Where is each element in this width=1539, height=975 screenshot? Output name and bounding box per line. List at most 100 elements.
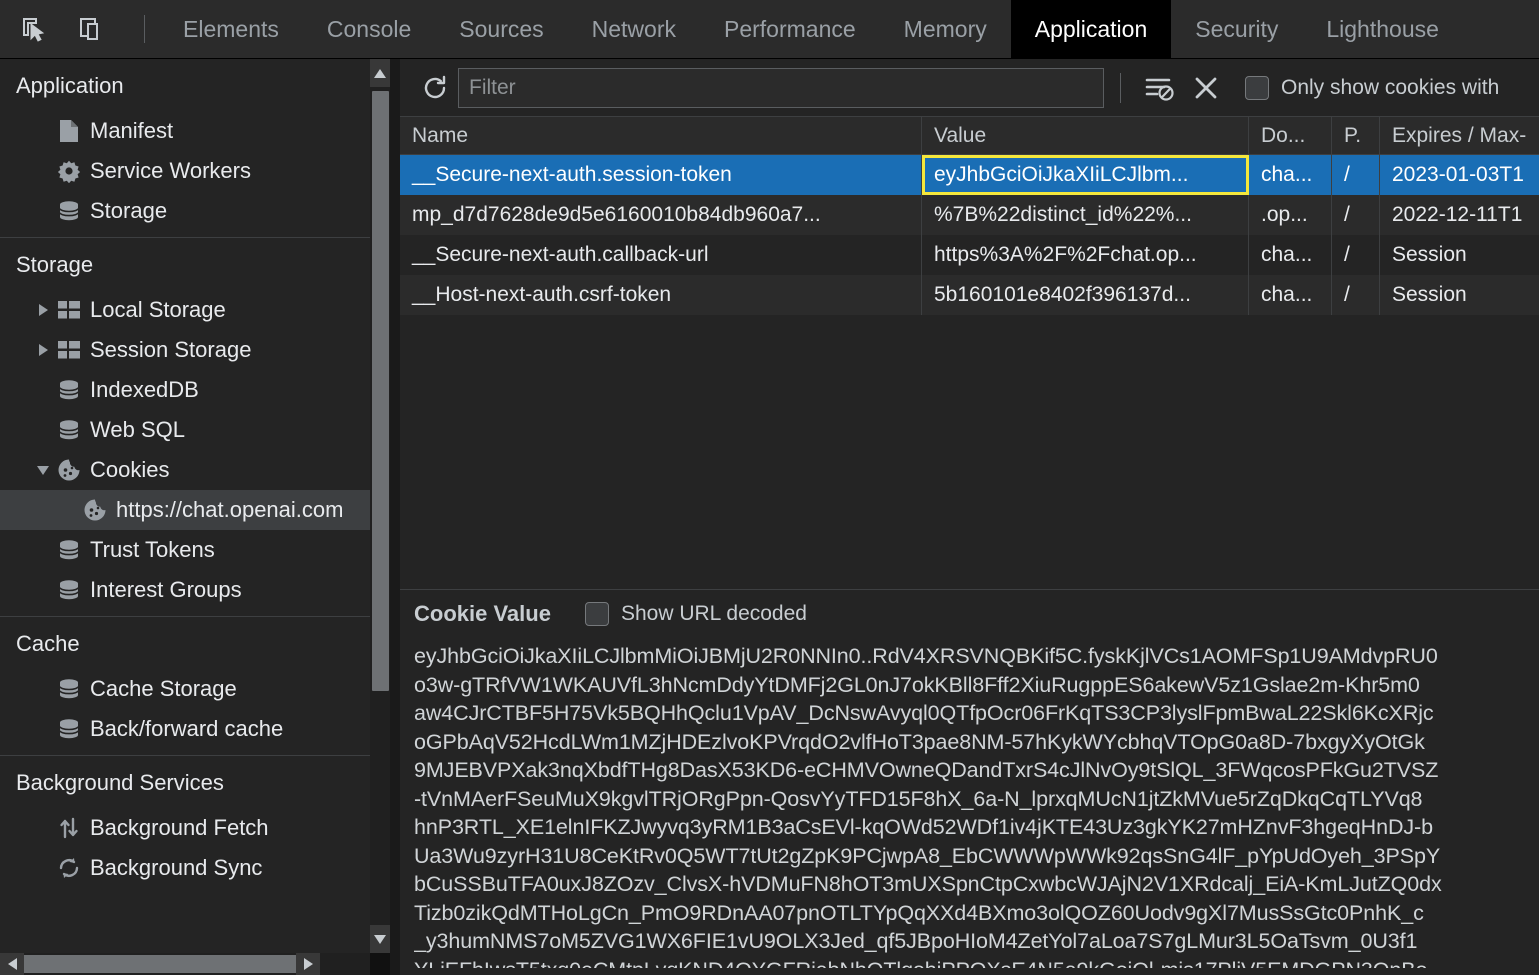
sidebar-item-session-storage[interactable]: Session Storage bbox=[0, 330, 370, 370]
tabbar-tools bbox=[0, 9, 159, 49]
cell-name[interactable]: __Secure-next-auth.callback-url bbox=[400, 235, 922, 275]
device-toggle-icon[interactable] bbox=[72, 9, 112, 49]
database-icon bbox=[54, 578, 84, 602]
table-row[interactable]: __Secure-next-auth.callback-url https%3A%… bbox=[400, 235, 1539, 275]
cookie-value-line: 9MJEBVPXak3nqXbdfTHg8DasX53KD6-eCHMVOwne… bbox=[414, 758, 1439, 782]
cell-expires[interactable]: 2022-12-11T1 bbox=[1380, 195, 1539, 235]
scroll-right-arrow-icon[interactable] bbox=[296, 953, 320, 975]
cell-expires[interactable]: 2023-01-03T1 bbox=[1380, 155, 1539, 195]
cell-path[interactable]: / bbox=[1332, 195, 1380, 235]
sidebar-item-background-sync[interactable]: Background Sync bbox=[0, 848, 370, 888]
sidebar-item-indexeddb[interactable]: IndexedDB bbox=[0, 370, 370, 410]
sidebar-item-trust-tokens[interactable]: Trust Tokens bbox=[0, 530, 370, 570]
cell-expires[interactable]: Session bbox=[1380, 235, 1539, 275]
cell-value[interactable]: %7B%22distinct_id%22%... bbox=[922, 195, 1249, 235]
sidebar-item-label: IndexedDB bbox=[90, 377, 199, 402]
show-url-decoded-row[interactable]: Show URL decoded bbox=[584, 602, 807, 626]
sidebar-item-label: Background Fetch bbox=[90, 815, 269, 840]
table-icon bbox=[54, 300, 84, 320]
sidebar-item-web-sql[interactable]: Web SQL bbox=[0, 410, 370, 450]
refresh-icon[interactable] bbox=[412, 65, 458, 111]
cookie-value-line: Tizb0zikQdMTHoLgCn_PmO9RDnAA07pnOTLTYpQq… bbox=[414, 900, 1424, 925]
tab-label: Memory bbox=[903, 15, 987, 42]
tab-memory[interactable]: Memory bbox=[880, 0, 1011, 59]
inspect-cursor-icon[interactable] bbox=[14, 9, 54, 49]
chevron-right-icon[interactable] bbox=[32, 344, 54, 356]
cookie-value-line: eyJhbGciOiJkaXIiLCJlbmMiOiJBMjU2R0NNIn0.… bbox=[414, 644, 1438, 668]
cell-domain[interactable]: cha... bbox=[1249, 275, 1332, 315]
scrollbar-thumb[interactable] bbox=[372, 91, 389, 691]
tab-elements[interactable]: Elements bbox=[159, 0, 303, 59]
only-show-cookies-label: Only show cookies with bbox=[1281, 75, 1500, 99]
tab-network[interactable]: Network bbox=[568, 0, 700, 59]
scroll-up-arrow-icon[interactable] bbox=[370, 59, 390, 87]
cell-domain[interactable]: cha... bbox=[1249, 155, 1332, 195]
cookie-value-line: YLjEFhIwsT5txq0eCMtpLvqKND4QYGFRjabNhQTl… bbox=[414, 956, 1539, 969]
close-x-icon[interactable] bbox=[1183, 65, 1229, 111]
cell-name[interactable]: __Host-next-auth.csrf-token bbox=[400, 275, 922, 315]
tab-performance[interactable]: Performance bbox=[700, 0, 880, 59]
chevron-right-icon[interactable] bbox=[32, 304, 54, 316]
cookie-value-line: oGPbAqV52HcdLWm1MZjHDEzlvoKPVrqdO2vlfHoT… bbox=[414, 729, 1425, 754]
chevron-down-icon[interactable] bbox=[32, 465, 54, 475]
sidebar-horizontal-scrollbar[interactable] bbox=[0, 953, 390, 975]
table-row[interactable]: __Host-next-auth.csrf-token 5b160101e8402… bbox=[400, 275, 1539, 315]
clear-filtered-icon[interactable] bbox=[1137, 65, 1183, 111]
sidebar-item-local-storage[interactable]: Local Storage bbox=[0, 290, 370, 330]
tab-console[interactable]: Console bbox=[303, 0, 435, 59]
cell-path[interactable]: / bbox=[1332, 235, 1380, 275]
cell-expires[interactable]: Session bbox=[1380, 275, 1539, 315]
database-icon bbox=[54, 418, 84, 442]
tab-security[interactable]: Security bbox=[1171, 0, 1302, 59]
column-header-name[interactable]: Name bbox=[400, 117, 922, 154]
table-body: __Secure-next-auth.session-token eyJhbGci… bbox=[400, 155, 1539, 315]
sidebar-item-label: Background Sync bbox=[90, 855, 263, 880]
tab-label: Application bbox=[1034, 15, 1148, 42]
show-url-decoded-label: Show URL decoded bbox=[620, 602, 807, 625]
cookie-value-line: _y3humNMS7oM5ZVG1WX6FIE1vU9OLX3Jed_qf5JB… bbox=[414, 929, 1418, 953]
tab-sources[interactable]: Sources bbox=[435, 0, 567, 59]
cell-value[interactable]: eyJhbGciOiJkaXIiLCJlbm... bbox=[922, 155, 1249, 195]
column-header-expires[interactable]: Expires / Max- bbox=[1380, 117, 1539, 154]
column-header-domain[interactable]: Do... bbox=[1249, 117, 1332, 154]
cell-name[interactable]: mp_d7d7628de9d5e6160010b84db960a7... bbox=[400, 195, 922, 235]
only-show-cookies-checkbox[interactable] bbox=[1245, 75, 1269, 100]
cell-value[interactable]: https%3A%2F%2Fchat.op... bbox=[922, 235, 1249, 275]
sidebar-item-background-fetch[interactable]: Background Fetch bbox=[0, 808, 370, 848]
cell-name[interactable]: __Secure-next-auth.session-token bbox=[400, 155, 922, 195]
sidebar-item-service-workers[interactable]: Service Workers bbox=[0, 151, 370, 191]
tab-application[interactable]: Application bbox=[1010, 0, 1172, 59]
sidebar-item-manifest[interactable]: Manifest bbox=[0, 111, 370, 151]
table-row[interactable]: __Secure-next-auth.session-token eyJhbGci… bbox=[400, 155, 1539, 195]
sidebar-item-cache-storage[interactable]: Cache Storage bbox=[0, 669, 370, 709]
sidebar-item-back-forward-cache[interactable]: Back/forward cache bbox=[0, 709, 370, 749]
table-row[interactable]: mp_d7d7628de9d5e6160010b84db960a7... %7B%… bbox=[400, 195, 1539, 235]
cell-path[interactable]: / bbox=[1332, 275, 1380, 315]
cell-path[interactable]: / bbox=[1332, 155, 1380, 195]
table-empty-area bbox=[400, 315, 1539, 555]
sidebar-item-label: Back/forward cache bbox=[90, 716, 284, 741]
sidebar-item-cookies[interactable]: Cookies bbox=[0, 450, 370, 490]
tab-lighthouse[interactable]: Lighthouse bbox=[1302, 0, 1463, 59]
cookie-value-text[interactable]: eyJhbGciOiJkaXIiLCJlbmMiOiJBMjU2R0NNIn0.… bbox=[400, 638, 1539, 968]
show-url-decoded-checkbox[interactable] bbox=[584, 602, 609, 626]
cell-domain[interactable]: cha... bbox=[1249, 235, 1332, 275]
panel-splitter[interactable] bbox=[390, 59, 400, 975]
sidebar-item-interest-groups[interactable]: Interest Groups bbox=[0, 570, 370, 610]
cookie-value-line: Ua3Wu9zyrH31U8CeKtRv0Q5WT7tUt2gZpK9PCjwp… bbox=[414, 843, 1441, 868]
sidebar-item-https-chat-openai-com[interactable]: https://chat.openai.com bbox=[0, 490, 370, 530]
scrollbar-thumb-horizontal[interactable] bbox=[24, 955, 296, 973]
only-show-cookies-checkbox-row[interactable]: Only show cookies with bbox=[1245, 75, 1500, 100]
column-header-value[interactable]: Value bbox=[922, 117, 1249, 154]
sidebar-item-label: Interest Groups bbox=[90, 577, 242, 602]
sidebar-item-storage[interactable]: Storage bbox=[0, 191, 370, 231]
scroll-left-arrow-icon[interactable] bbox=[0, 953, 24, 975]
cell-domain[interactable]: .op... bbox=[1249, 195, 1332, 235]
sidebar-vertical-scrollbar[interactable] bbox=[370, 59, 390, 953]
filter-input[interactable] bbox=[458, 67, 1104, 108]
tab-label: Console bbox=[326, 15, 412, 42]
scroll-down-arrow-icon[interactable] bbox=[370, 925, 390, 953]
cookie-value-title: Cookie Value bbox=[414, 601, 551, 626]
cell-value[interactable]: 5b160101e8402f396137d... bbox=[922, 275, 1249, 315]
column-header-path[interactable]: P. bbox=[1332, 117, 1380, 154]
